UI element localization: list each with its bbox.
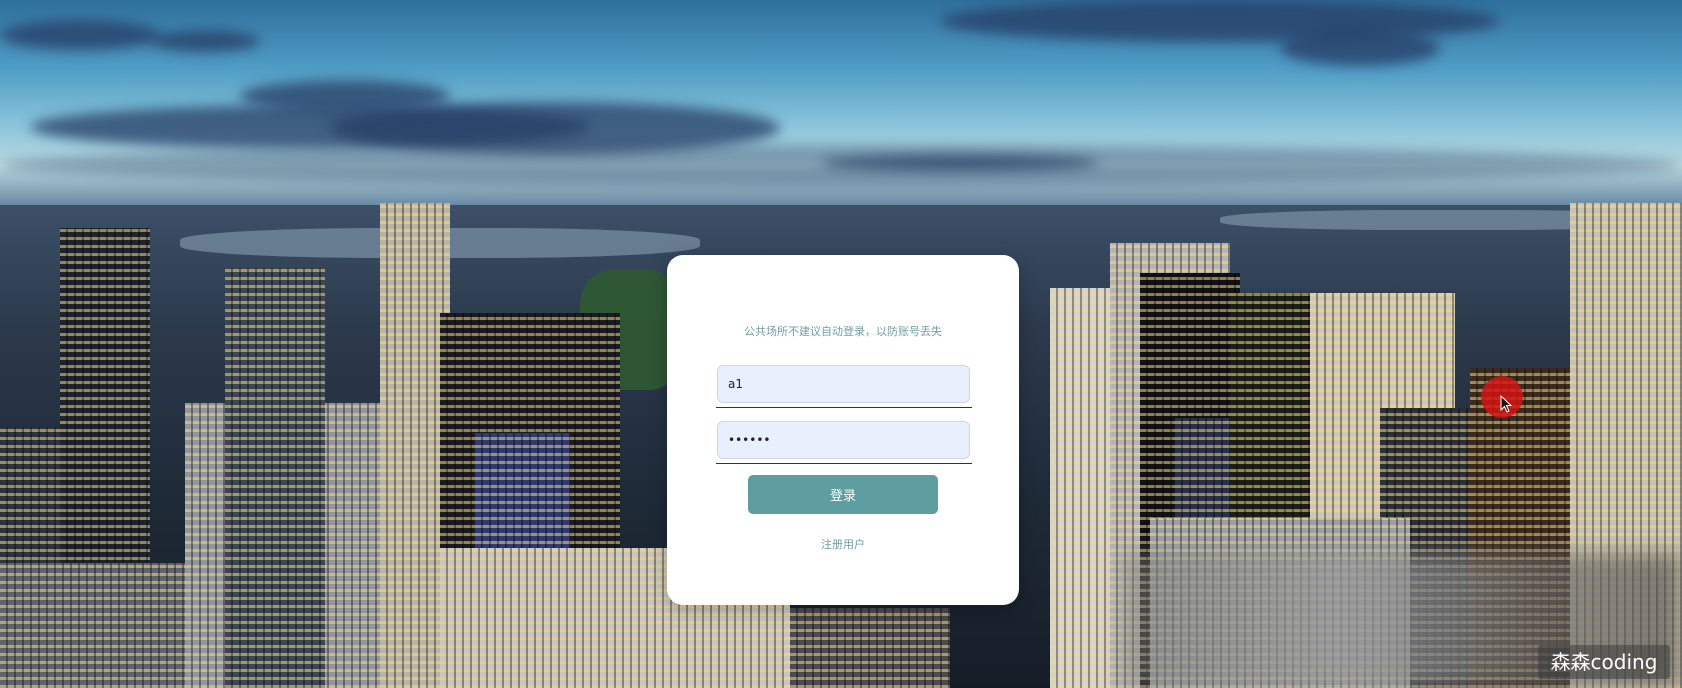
cloud	[1280, 30, 1440, 66]
building	[225, 268, 325, 688]
username-field-wrapper	[716, 362, 972, 408]
username-input[interactable]	[717, 365, 970, 403]
cloud	[0, 145, 1682, 185]
password-field-wrapper	[716, 418, 972, 464]
cloud	[0, 20, 160, 50]
login-button[interactable]: 登录	[748, 475, 938, 514]
login-card: 公共场所不建议自动登录，以防账号丢失 登录 注册用户	[667, 255, 1019, 605]
security-hint: 公共场所不建议自动登录，以防账号丢失	[744, 325, 942, 338]
password-input[interactable]	[717, 421, 970, 459]
building	[790, 608, 950, 688]
cloud	[150, 30, 260, 52]
mouse-pointer-icon	[1500, 395, 1513, 413]
watermark: 森森coding	[1538, 645, 1670, 679]
register-link[interactable]: 注册用户	[667, 536, 1019, 552]
